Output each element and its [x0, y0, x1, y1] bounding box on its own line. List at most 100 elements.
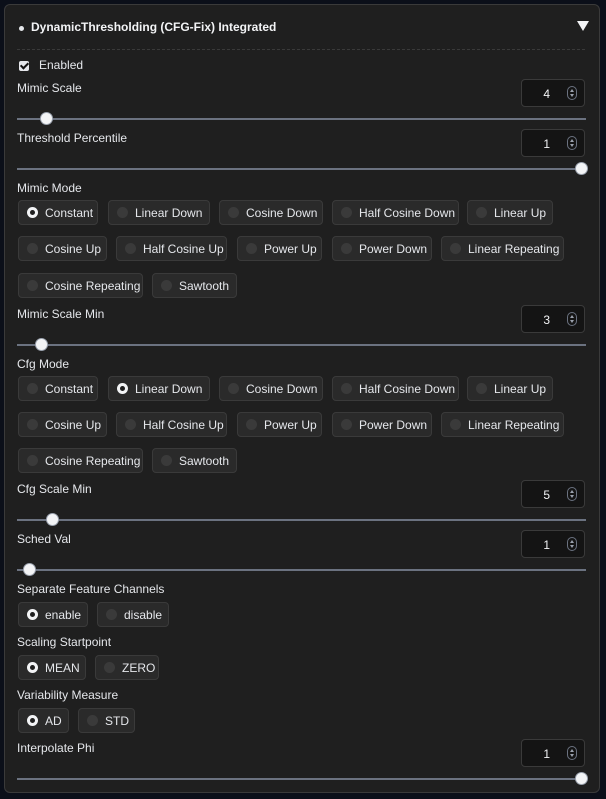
option-label: STD [105, 714, 129, 728]
radio-icon [246, 419, 257, 430]
sched-val-slider-track[interactable] [17, 569, 586, 571]
header-divider [17, 49, 585, 50]
mimic-scale-slider-thumb[interactable] [40, 112, 53, 125]
radio-icon [27, 243, 38, 254]
spinner-icon[interactable] [567, 136, 577, 150]
cfg-mode-option-linear-repeating[interactable]: Linear Repeating [441, 412, 564, 437]
mimic-mode-option-half-cosine-up[interactable]: Half Cosine Up [116, 236, 227, 261]
variability-measure-option-ad[interactable]: AD [18, 708, 69, 733]
radio-icon [341, 243, 352, 254]
mimic-scale-min-input[interactable]: 3 [521, 305, 585, 333]
bullet-icon [19, 26, 24, 31]
option-label: Half Cosine Down [359, 206, 456, 220]
spinner-icon[interactable] [567, 487, 577, 501]
sched-val-slider-thumb[interactable] [23, 563, 36, 576]
spinner-icon[interactable] [567, 746, 577, 760]
cfg-mode-option-sawtooth[interactable]: Sawtooth [152, 448, 237, 473]
mimic-mode-option-linear-down[interactable]: Linear Down [108, 200, 210, 225]
option-label: Power Up [264, 242, 317, 256]
mimic-mode-option-cosine-up[interactable]: Cosine Up [18, 236, 107, 261]
mimic-mode-option-cosine-repeating[interactable]: Cosine Repeating [18, 273, 143, 298]
scaling-startpoint-label: Scaling Startpoint [17, 635, 112, 649]
mimic-scale-slider-track[interactable] [17, 118, 586, 120]
mimic-mode-option-half-cosine-down[interactable]: Half Cosine Down [332, 200, 459, 225]
option-label: enable [45, 608, 82, 622]
mimic-scale-min-slider-thumb[interactable] [35, 338, 48, 351]
variability-measure-option-std[interactable]: STD [78, 708, 135, 733]
radio-icon [341, 383, 352, 394]
cfg-scale-min-slider-track[interactable] [17, 519, 586, 521]
separate-feature-channels-option-enable[interactable]: enable [18, 602, 88, 627]
radio-icon [117, 207, 128, 218]
option-label: Constant [45, 206, 94, 220]
option-label: Linear Down [135, 206, 203, 220]
radio-icon [27, 455, 38, 466]
cfg-mode-option-cosine-down[interactable]: Cosine Down [219, 376, 323, 401]
sched-val-label: Sched Val [17, 532, 71, 546]
cfg-scale-min-label: Cfg Scale Min [17, 482, 92, 496]
interpolate-phi-input[interactable]: 1 [521, 739, 585, 767]
enabled-checkbox[interactable] [19, 61, 29, 71]
cfg-mode-option-linear-down[interactable]: Linear Down [108, 376, 210, 401]
mimic-scale-min-label: Mimic Scale Min [17, 307, 105, 321]
radio-icon [246, 243, 257, 254]
cfg-mode-option-power-down[interactable]: Power Down [332, 412, 432, 437]
option-label: Linear Down [135, 382, 203, 396]
option-label: Linear Up [494, 206, 547, 220]
option-label: Linear Up [494, 382, 547, 396]
option-label: Cosine Up [45, 242, 102, 256]
radio-icon [161, 455, 172, 466]
mimic-mode-option-power-up[interactable]: Power Up [237, 236, 322, 261]
interpolate-phi-slider-thumb[interactable] [575, 772, 588, 785]
cfg-mode-option-cosine-up[interactable]: Cosine Up [18, 412, 107, 437]
radio-icon [27, 609, 38, 620]
mimic-mode-option-power-down[interactable]: Power Down [332, 236, 432, 261]
option-label: ZERO [122, 661, 156, 675]
radio-icon [228, 383, 239, 394]
radio-icon [87, 715, 98, 726]
mimic-scale-min-slider-track[interactable] [17, 344, 586, 346]
option-label: Sawtooth [179, 454, 230, 468]
dynamic-thresholding-panel: DynamicThresholding (CFG-Fix) Integrated… [4, 4, 600, 793]
spinner-icon[interactable] [567, 537, 577, 551]
spinner-icon[interactable] [567, 86, 577, 100]
option-label: Linear Repeating [468, 418, 560, 432]
option-label: disable [124, 608, 163, 622]
threshold-percentile-label: Threshold Percentile [17, 131, 128, 145]
radio-icon [341, 207, 352, 218]
cfg-scale-min-input[interactable]: 5 [521, 480, 585, 508]
panel-title[interactable]: DynamicThresholding (CFG-Fix) Integrated [31, 20, 276, 34]
mimic-scale-value: 4 [543, 87, 550, 101]
cfg-mode-label: Cfg Mode [17, 357, 70, 371]
threshold-percentile-slider-thumb[interactable] [575, 162, 588, 175]
mimic-scale-input[interactable]: 4 [521, 79, 585, 107]
radio-icon [27, 662, 38, 673]
cfg-scale-min-slider-thumb[interactable] [46, 513, 59, 526]
threshold-percentile-input[interactable]: 1 [521, 129, 585, 157]
radio-icon [476, 383, 487, 394]
scaling-startpoint-option-zero[interactable]: ZERO [95, 655, 159, 680]
mimic-mode-option-constant[interactable]: Constant [18, 200, 98, 225]
sched-val-input[interactable]: 1 [521, 530, 585, 558]
mimic-mode-option-linear-up[interactable]: Linear Up [467, 200, 553, 225]
scaling-startpoint-option-mean[interactable]: MEAN [18, 655, 86, 680]
option-label: Power Down [359, 418, 428, 432]
separate-feature-channels-option-disable[interactable]: disable [97, 602, 169, 627]
option-label: Constant [45, 382, 94, 396]
threshold-percentile-slider-track[interactable] [17, 168, 586, 170]
mimic-mode-option-linear-repeating[interactable]: Linear Repeating [441, 236, 564, 261]
collapse-caret-icon[interactable] [577, 21, 589, 31]
cfg-mode-option-constant[interactable]: Constant [18, 376, 98, 401]
cfg-mode-option-power-up[interactable]: Power Up [237, 412, 322, 437]
spinner-icon[interactable] [567, 312, 577, 326]
option-label: MEAN [45, 661, 80, 675]
radio-icon [450, 419, 461, 430]
cfg-mode-option-half-cosine-up[interactable]: Half Cosine Up [116, 412, 227, 437]
cfg-mode-option-linear-up[interactable]: Linear Up [467, 376, 553, 401]
radio-icon [27, 715, 38, 726]
interpolate-phi-slider-track[interactable] [17, 778, 586, 780]
mimic-mode-option-sawtooth[interactable]: Sawtooth [152, 273, 237, 298]
cfg-mode-option-half-cosine-down[interactable]: Half Cosine Down [332, 376, 459, 401]
cfg-mode-option-cosine-repeating[interactable]: Cosine Repeating [18, 448, 143, 473]
mimic-mode-option-cosine-down[interactable]: Cosine Down [219, 200, 323, 225]
